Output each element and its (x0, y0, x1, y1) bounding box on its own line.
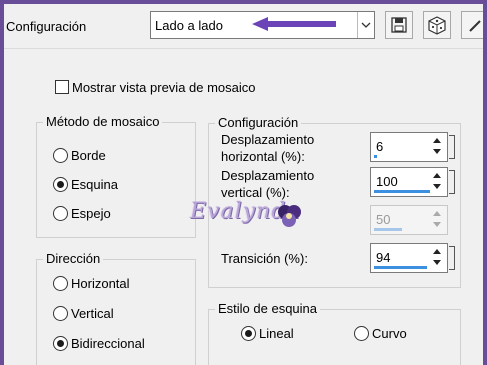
settings-title: Configuración (215, 115, 302, 131)
preset-label: Configuración (6, 19, 87, 34)
horizontal-offset-edge (449, 135, 455, 159)
horizontal-offset-value: 6 (376, 139, 384, 154)
radio-bidireccional-label: Bidireccional (71, 336, 145, 351)
disabled-spinner-value: 50 (376, 212, 391, 227)
vertical-offset-spinner[interactable]: 100 (370, 167, 455, 197)
vertical-offset-bar (374, 190, 430, 193)
radio-horizontal-label: Horizontal (71, 276, 130, 291)
preset-value: Lado a lado (155, 18, 223, 33)
radio-vertical-label: Vertical (71, 306, 114, 321)
horizontal-offset-label-line2: horizontal (%): (221, 149, 305, 164)
pencil-icon (469, 20, 481, 32)
radio-lineal[interactable] (241, 326, 256, 341)
disabled-spinner-bar (374, 228, 402, 231)
flower-icon (278, 205, 301, 227)
radio-esquina[interactable] (53, 177, 68, 192)
transition-bar (374, 266, 427, 269)
transition-spinner[interactable]: 94 (370, 243, 455, 273)
vertical-offset-label-line1: Desplazamiento (221, 168, 315, 183)
mosaic-method-title: Método de mosaico (43, 114, 163, 130)
horizontal-offset-arrows[interactable] (431, 135, 445, 159)
mosaic-preview-label: Mostrar vista previa de mosaico (72, 80, 256, 95)
direction-title: Dirección (43, 251, 104, 267)
save-icon (391, 17, 407, 33)
vertical-offset-value: 100 (376, 174, 398, 189)
dice-icon (428, 16, 446, 35)
radio-esquina-label: Esquina (71, 177, 118, 192)
radio-espejo-label: Espejo (71, 206, 111, 221)
radio-curvo-label: Curvo (372, 326, 407, 341)
preset-dropdown-button[interactable] (357, 12, 374, 38)
radio-espejo[interactable] (53, 206, 68, 221)
radio-vertical[interactable] (53, 306, 68, 321)
corner-style-title: Estilo de esquina (215, 301, 321, 317)
transition-edge (449, 246, 455, 270)
vertical-offset-arrows[interactable] (431, 170, 445, 194)
radio-horizontal[interactable] (53, 276, 68, 291)
horizontal-offset-spinner[interactable]: 6 (370, 132, 455, 162)
arrow-pointer-icon (252, 17, 336, 31)
chevron-down-icon (361, 22, 371, 28)
horizontal-offset-bar (374, 155, 377, 158)
radio-curvo[interactable] (354, 326, 369, 341)
transition-value: 94 (376, 250, 391, 265)
radio-borde-label: Borde (71, 148, 106, 163)
vertical-offset-edge (449, 170, 455, 194)
radio-bidireccional[interactable] (53, 336, 68, 351)
disabled-spinner-arrows (431, 208, 445, 232)
presets-bar: Configuración Lado a lado (4, 4, 483, 49)
transition-arrows[interactable] (431, 246, 445, 270)
mosaic-preview-checkbox[interactable] (55, 80, 69, 94)
reset-button[interactable] (461, 11, 483, 39)
transition-label: Transición (%): (221, 251, 308, 266)
radio-lineal-label: Lineal (259, 326, 294, 341)
save-preset-button[interactable] (385, 11, 413, 39)
radio-borde[interactable] (53, 148, 68, 163)
tile-dialog: Configuración Lado a lado Mostrar vista … (4, 4, 483, 365)
horizontal-offset-label-line1: Desplazamiento (221, 132, 315, 147)
disabled-spinner: 50 (370, 205, 448, 235)
randomize-button[interactable] (423, 11, 451, 39)
